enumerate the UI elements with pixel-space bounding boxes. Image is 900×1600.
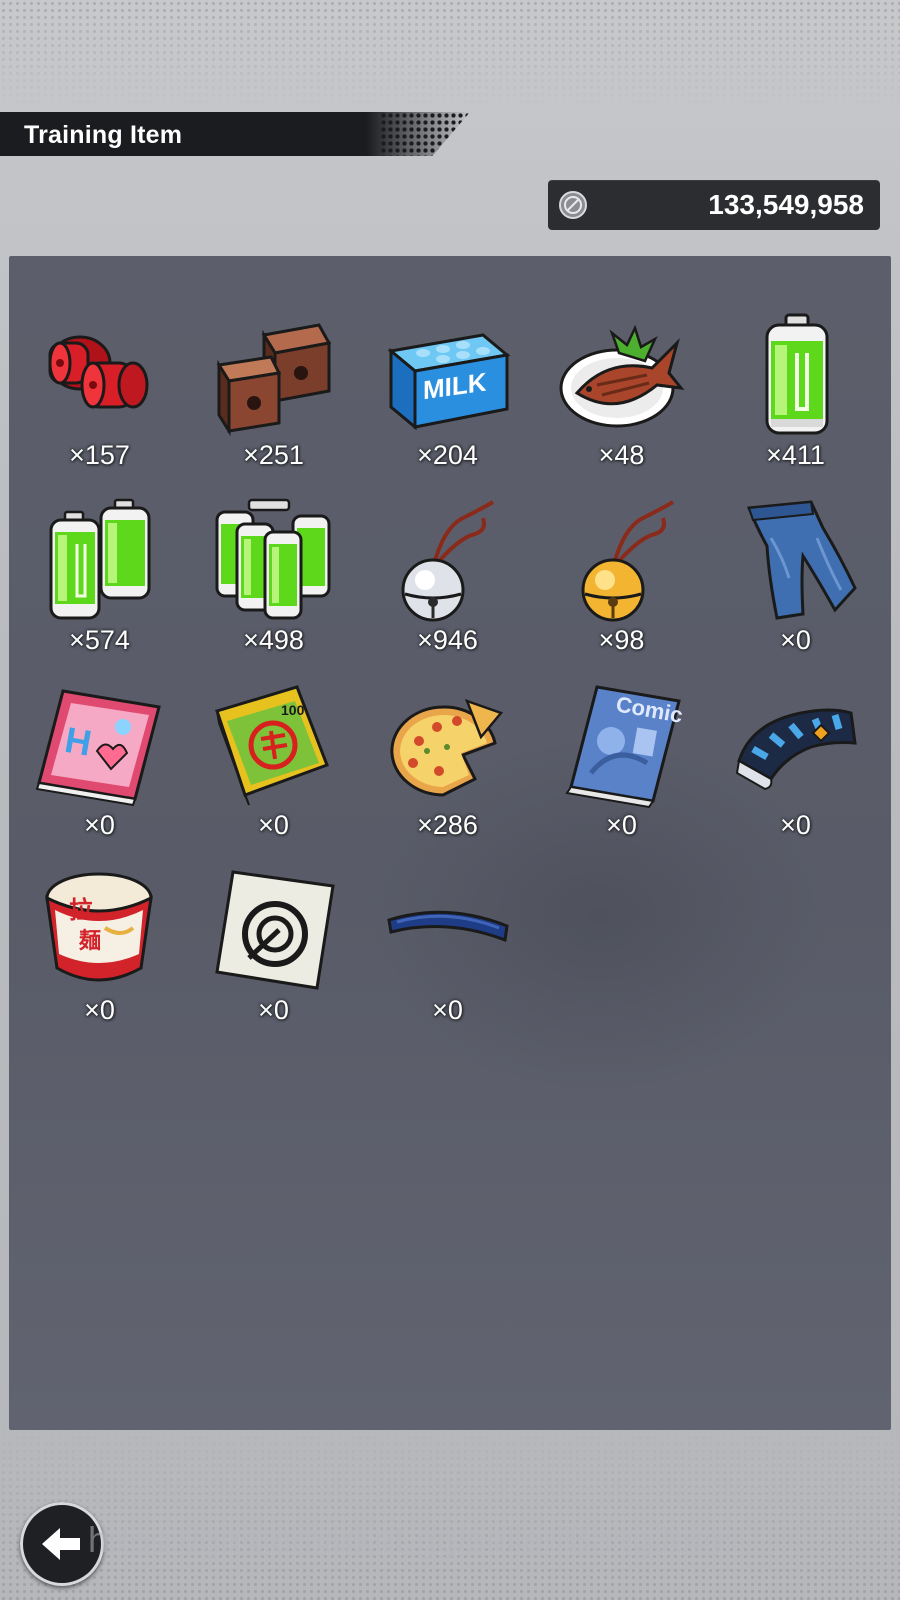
- banner-halftone: [380, 112, 470, 156]
- copper-bricks-icon: [206, 310, 341, 440]
- halftone-texture-bottom: [0, 1420, 900, 1600]
- item-wristband[interactable]: ×0: [708, 680, 883, 865]
- item-red-weights[interactable]: ×157: [12, 310, 187, 495]
- pizza-icon: [380, 680, 515, 810]
- item-count: ×0: [258, 995, 289, 1025]
- watermark-text: https://gamemarket.gg/seller/BangJohn: [88, 1519, 733, 1560]
- svg-text:拉: 拉: [69, 896, 93, 924]
- item-count: ×98: [598, 625, 645, 655]
- zeni-coin-icon: [559, 191, 587, 219]
- item-battery-pack[interactable]: ×498: [186, 495, 361, 680]
- pink-magazine-icon: H: [32, 680, 167, 810]
- item-jeans[interactable]: ×0: [708, 495, 883, 680]
- item-silver-bell[interactable]: ×946: [360, 495, 535, 680]
- item-gold-bell[interactable]: ×98: [534, 495, 709, 680]
- items-panel: ×157 ×251 MILK ×204 ×48 ×411 ×574 ×498 ×…: [9, 256, 891, 1430]
- item-copper-bricks[interactable]: ×251: [186, 310, 361, 495]
- halftone-texture-top: [0, 0, 900, 110]
- item-count: ×0: [780, 810, 811, 840]
- item-comic-book[interactable]: Comic ×0: [534, 680, 709, 865]
- page-title: Training Item: [24, 121, 183, 149]
- item-ramen-cup[interactable]: 拉 麺 ×0: [12, 865, 187, 1050]
- currency-value: 133,549,958: [708, 189, 864, 220]
- item-count: ×286: [417, 810, 478, 840]
- item-count: ×48: [598, 440, 645, 470]
- svg-text:麺: 麺: [78, 928, 101, 954]
- blue-headband-icon: [380, 865, 515, 995]
- silver-bell-icon: [380, 495, 515, 625]
- item-count: ×411: [766, 440, 825, 470]
- item-count: ×157: [69, 440, 130, 470]
- item-count: ×204: [417, 440, 478, 470]
- item-milk-carton[interactable]: MILK ×204: [360, 310, 535, 495]
- item-count: ×0: [606, 810, 637, 840]
- double-battery-icon: [32, 495, 167, 625]
- item-count: ×498: [243, 625, 304, 655]
- item-count: ×0: [432, 995, 463, 1025]
- grilled-fish-icon: [554, 310, 689, 440]
- item-count: ×0: [84, 810, 115, 840]
- item-pizza[interactable]: ×286: [360, 680, 535, 865]
- back-arrow-icon: [42, 1528, 80, 1560]
- item-count: ×251: [243, 440, 304, 470]
- currency-display: 133,549,958: [548, 180, 880, 230]
- yellow-book-icon: 100: [206, 680, 341, 810]
- battery-pack-icon: [206, 495, 341, 625]
- item-yellow-book[interactable]: 100 ×0: [186, 680, 361, 865]
- item-count: ×0: [84, 995, 115, 1025]
- item-capsule-card[interactable]: ×0: [186, 865, 361, 1050]
- green-battery-icon: [728, 310, 863, 440]
- item-grilled-fish[interactable]: ×48: [534, 310, 709, 495]
- item-count: ×0: [780, 625, 811, 655]
- jeans-icon: [728, 495, 863, 625]
- red-weights-icon: [32, 310, 167, 440]
- item-count: ×0: [258, 810, 289, 840]
- svg-text:100: 100: [281, 702, 305, 718]
- wristband-icon: [728, 680, 863, 810]
- ramen-cup-icon: 拉 麺: [32, 865, 167, 995]
- comic-book-icon: Comic: [554, 680, 689, 810]
- item-green-battery[interactable]: ×411: [708, 310, 883, 495]
- gold-bell-icon: [554, 495, 689, 625]
- item-pink-magazine[interactable]: H ×0: [12, 680, 187, 865]
- capsule-card-icon: [206, 865, 341, 995]
- item-count: ×946: [417, 625, 478, 655]
- milk-carton-icon: MILK: [380, 310, 515, 440]
- item-blue-headband[interactable]: ×0: [360, 865, 535, 1050]
- item-double-battery[interactable]: ×574: [12, 495, 187, 680]
- item-count: ×574: [69, 625, 130, 655]
